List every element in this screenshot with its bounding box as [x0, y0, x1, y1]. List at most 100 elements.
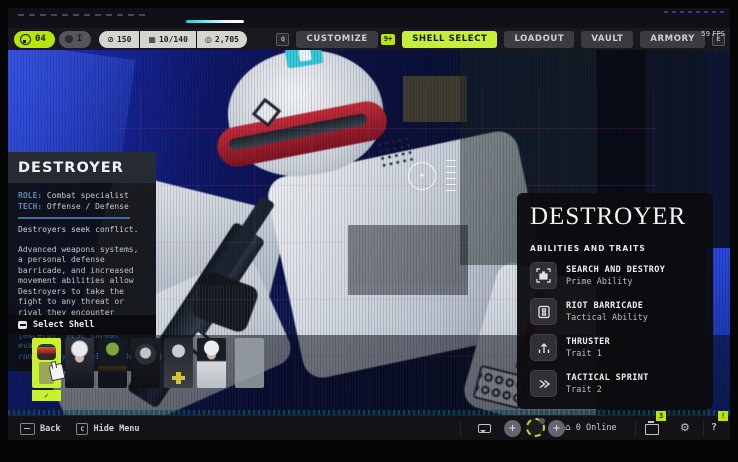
shell-thumb-5[interactable]	[164, 338, 193, 388]
settings-gear-icon[interactable]: ⚙	[680, 421, 690, 434]
back-key-icon	[20, 423, 35, 435]
divider	[460, 420, 461, 437]
hud-reticle-ticks	[446, 160, 456, 194]
parts-value: 10/140	[159, 35, 188, 44]
select-shell-bar: Select Shell	[8, 315, 156, 335]
online-count: 0 Online	[576, 423, 617, 433]
ability-name: TACTICAL SPRINT	[566, 373, 649, 383]
shell-thumb-empty-slot[interactable]	[235, 338, 264, 388]
role-value: Combat specialist	[47, 191, 129, 200]
nav-prev-key: Q	[276, 33, 289, 46]
back-button[interactable]: Back	[20, 423, 60, 435]
ability-name: SEARCH AND DESTROY	[566, 265, 665, 275]
thumb-portrait	[37, 344, 56, 360]
tab-shell-select[interactable]: SHELL SELECT	[402, 31, 497, 48]
hide-menu-label: Hide Menu	[93, 424, 139, 434]
shell-thumb-2[interactable]	[65, 338, 94, 388]
ability-type: Tactical Ability	[566, 313, 648, 323]
tab-vault[interactable]: VAULT	[581, 31, 633, 48]
search-destroy-icon	[530, 262, 557, 289]
player-avatar[interactable]	[526, 418, 545, 437]
shell-icon	[18, 321, 27, 329]
helmet-icon	[20, 34, 31, 45]
resource-parts: ▦ 10/140	[140, 31, 195, 48]
abilities-panel-title: DESTROYER	[530, 203, 700, 231]
ability-row-search-and-destroy[interactable]: SEARCH AND DESTROY Prime Ability	[530, 262, 700, 289]
mode-value: I	[77, 34, 82, 44]
mode-pill[interactable]: I	[59, 31, 91, 48]
back-label: Back	[40, 424, 60, 434]
ability-row-thruster[interactable]: THRUSTER Trait 1	[530, 334, 700, 361]
top-center-dash-decoration	[186, 20, 244, 23]
help-icon[interactable]: ?	[711, 422, 717, 433]
ability-type: Trait 1	[566, 349, 610, 359]
ability-name: THRUSTER	[566, 337, 610, 347]
resource-scrap: ⊘ 150	[99, 31, 139, 48]
resources-capsule: ⊘ 150 ▦ 10/140 ◎ 2,705	[99, 31, 247, 48]
bottom-left-controls: Back C Hide Menu	[20, 416, 140, 440]
notifications-badge: 3	[656, 411, 666, 421]
abilities-section-header: ABILITIES AND TRAITS	[530, 244, 700, 253]
notifications-icon[interactable]	[645, 424, 659, 435]
ability-type: Prime Ability	[566, 277, 665, 287]
glitch-decoration	[664, 11, 724, 13]
abilities-panel: DESTROYER ABILITIES AND TRAITS SEARCH AN…	[517, 193, 713, 409]
add-friend-left-button[interactable]: +	[504, 420, 521, 437]
credits-icon: ◎	[205, 35, 212, 44]
glitch-decoration	[18, 14, 148, 16]
customize-badge: 9+	[381, 34, 395, 45]
ability-name: RIOT BARRICADE	[566, 301, 648, 311]
tactical-sprint-icon	[530, 370, 557, 397]
game-viewport: 04 I ⊘ 150 ▦ 10/140 ◎	[8, 8, 730, 440]
shell-tagline: Destroyers seek conflict.	[18, 225, 146, 236]
ability-type: Trait 2	[566, 385, 649, 395]
check-icon: ✓	[44, 391, 49, 400]
credits-value: 2,705	[215, 35, 239, 44]
top-glitch-strip	[8, 8, 730, 28]
ability-text: THRUSTER Trait 1	[566, 337, 610, 359]
chat-icon[interactable]	[478, 424, 491, 433]
home-icon: ⌂	[565, 423, 571, 433]
riot-barricade-icon	[530, 298, 557, 325]
ability-text: TACTICAL SPRINT Trait 2	[566, 373, 649, 395]
thruster-icon	[530, 334, 557, 361]
circle-icon	[65, 35, 73, 43]
shell-thumb-3[interactable]	[98, 338, 127, 388]
main-nav: Q CUSTOMIZE 9+ SHELL SELECT LOADOUT VAUL…	[276, 31, 725, 48]
role-row: ROLE: Combat specialist	[18, 191, 146, 202]
divider-line	[18, 217, 130, 219]
fps-counter: 59 FPS	[701, 30, 725, 38]
scrap-icon: ⊘	[107, 35, 114, 44]
hud-reticle: +	[408, 162, 436, 190]
tab-armory[interactable]: ARMORY	[640, 31, 705, 48]
tech-row: TECH: Offense / Defense	[18, 202, 146, 213]
add-friend-right-button[interactable]: +	[548, 420, 565, 437]
role-label: ROLE:	[18, 191, 42, 200]
hide-menu-key-icon: C	[76, 423, 88, 435]
select-shell-label: Select Shell	[33, 320, 94, 330]
resource-group: 04 I ⊘ 150 ▦ 10/140 ◎	[14, 31, 247, 48]
divider	[703, 420, 704, 437]
scrap-value: 150	[117, 35, 131, 44]
alert-badge: !	[718, 411, 728, 421]
parts-icon: ▦	[148, 35, 156, 44]
ability-row-tactical-sprint[interactable]: TACTICAL SPRINT Trait 2	[530, 370, 700, 397]
ability-row-riot-barricade[interactable]: RIOT BARRICADE Tactical Ability	[530, 298, 700, 325]
shell-thumb-6[interactable]	[197, 338, 226, 388]
ability-text: RIOT BARRICADE Tactical Ability	[566, 301, 648, 323]
selected-check-strip: ✓	[32, 390, 61, 401]
hide-menu-button[interactable]: C Hide Menu	[76, 423, 139, 435]
shell-select-screen: 04 I ⊘ 150 ▦ 10/140 ◎	[0, 0, 738, 462]
player-level: 04	[35, 34, 46, 44]
top-bar: 04 I ⊘ 150 ▦ 10/140 ◎	[8, 28, 730, 50]
shell-thumb-4[interactable]	[131, 338, 160, 388]
bottom-bar: Back C Hide Menu + + ⌂ 0 Online 3 ⚙ ?	[8, 415, 730, 440]
pointer-hand-icon	[48, 363, 65, 382]
tab-customize[interactable]: CUSTOMIZE	[296, 31, 377, 48]
tech-value: Offense / Defense	[47, 202, 129, 211]
resource-credits: ◎ 2,705	[197, 31, 247, 48]
player-level-pill[interactable]: 04	[14, 31, 55, 48]
online-status: ⌂ 0 Online	[565, 423, 617, 433]
tab-loadout[interactable]: LOADOUT	[504, 31, 574, 48]
divider	[635, 420, 636, 437]
